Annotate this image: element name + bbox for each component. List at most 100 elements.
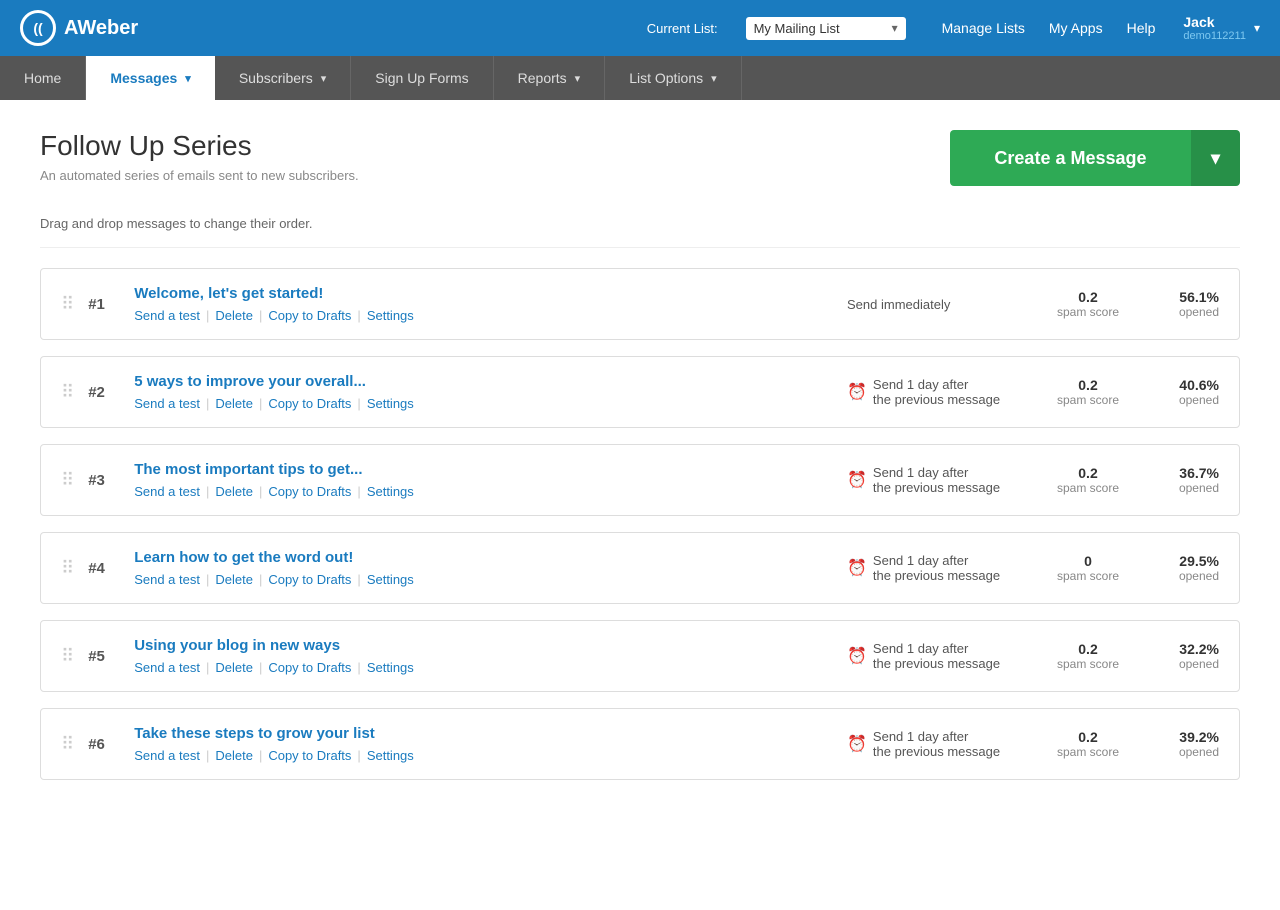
copy-to-drafts-link[interactable]: Copy to Drafts: [268, 748, 351, 763]
message-title[interactable]: Take these steps to grow your list: [134, 725, 831, 742]
nav-list-options-label: List Options: [629, 70, 703, 86]
spam-score-label: spam score: [1043, 305, 1133, 319]
main-nav: Home Messages ▾ Subscribers ▾ Sign Up Fo…: [0, 56, 1280, 100]
nav-item-messages[interactable]: Messages ▾: [86, 56, 214, 100]
clock-icon: ⏰: [847, 646, 867, 666]
opened-label: opened: [1149, 745, 1219, 759]
message-opened: 36.7% opened: [1149, 465, 1219, 495]
copy-to-drafts-link[interactable]: Copy to Drafts: [268, 660, 351, 675]
send-test-link[interactable]: Send a test: [134, 484, 200, 499]
send-info-text: Send immediately: [847, 297, 950, 312]
nav-item-home[interactable]: Home: [0, 56, 86, 100]
delete-link[interactable]: Delete: [215, 572, 253, 587]
page-title: Follow Up Series: [40, 130, 359, 162]
copy-to-drafts-link[interactable]: Copy to Drafts: [268, 484, 351, 499]
drag-handle[interactable]: ⠿: [61, 735, 72, 753]
user-info[interactable]: Jack demo112211 ▾: [1183, 14, 1260, 42]
message-opened: 40.6% opened: [1149, 377, 1219, 407]
settings-link[interactable]: Settings: [367, 396, 414, 411]
nav-messages-label: Messages: [110, 70, 177, 86]
message-title[interactable]: The most important tips to get...: [134, 461, 831, 478]
message-content: 5 ways to improve your overall... Send a…: [134, 373, 831, 411]
spam-score-value: 0.2: [1043, 729, 1133, 745]
drag-handle[interactable]: ⠿: [61, 383, 72, 401]
message-title[interactable]: Learn how to get the word out!: [134, 549, 831, 566]
nav-list-options-arrow-icon: ▾: [711, 72, 717, 85]
spam-score-value: 0: [1043, 553, 1133, 569]
drag-handle[interactable]: ⠿: [61, 295, 72, 313]
settings-link[interactable]: Settings: [367, 660, 414, 675]
spam-score-value: 0.2: [1043, 377, 1133, 393]
delete-link[interactable]: Delete: [215, 660, 253, 675]
send-info-text: Send 1 day afterthe previous message: [873, 377, 1000, 407]
message-send-info: ⏰ Send 1 day afterthe previous message: [847, 465, 1027, 495]
help-link[interactable]: Help: [1127, 20, 1156, 36]
clock-icon: ⏰: [847, 558, 867, 578]
nav-item-subscribers[interactable]: Subscribers ▾: [215, 56, 351, 100]
opened-percent: 40.6%: [1149, 377, 1219, 393]
page-title-section: Follow Up Series An automated series of …: [40, 130, 359, 183]
nav-item-signup-forms[interactable]: Sign Up Forms: [351, 56, 493, 100]
my-apps-link[interactable]: My Apps: [1049, 20, 1103, 36]
manage-lists-link[interactable]: Manage Lists: [942, 20, 1025, 36]
header-nav: Manage Lists My Apps Help: [942, 20, 1156, 36]
settings-link[interactable]: Settings: [367, 572, 414, 587]
message-opened: 32.2% opened: [1149, 641, 1219, 671]
message-content: Using your blog in new ways Send a test …: [134, 637, 831, 675]
send-test-link[interactable]: Send a test: [134, 572, 200, 587]
message-send-info: ⏰ Send 1 day afterthe previous message: [847, 641, 1027, 671]
message-send-info: Send immediately: [847, 297, 1027, 312]
list-selector[interactable]: My Mailing List ▾: [746, 17, 906, 40]
spam-score-label: spam score: [1043, 393, 1133, 407]
nav-reports-arrow-icon: ▾: [575, 72, 581, 85]
message-actions: Send a test | Delete | Copy to Drafts | …: [134, 396, 831, 411]
message-title[interactable]: Using your blog in new ways: [134, 637, 831, 654]
message-actions: Send a test | Delete | Copy to Drafts | …: [134, 308, 831, 323]
create-message-button[interactable]: Create a Message ▾: [950, 130, 1240, 186]
opened-percent: 39.2%: [1149, 729, 1219, 745]
clock-icon: ⏰: [847, 734, 867, 754]
message-title[interactable]: Welcome, let's get started!: [134, 285, 831, 302]
message-row: ⠿ #1 Welcome, let's get started! Send a …: [40, 268, 1240, 340]
send-test-link[interactable]: Send a test: [134, 396, 200, 411]
nav-home-label: Home: [24, 70, 61, 86]
messages-list: ⠿ #1 Welcome, let's get started! Send a …: [40, 268, 1240, 780]
message-actions: Send a test | Delete | Copy to Drafts | …: [134, 660, 831, 675]
message-actions: Send a test | Delete | Copy to Drafts | …: [134, 748, 831, 763]
nav-item-reports[interactable]: Reports ▾: [494, 56, 606, 100]
drag-handle[interactable]: ⠿: [61, 471, 72, 489]
send-test-link[interactable]: Send a test: [134, 308, 200, 323]
send-info-text: Send 1 day afterthe previous message: [873, 729, 1000, 759]
message-title[interactable]: 5 ways to improve your overall...: [134, 373, 831, 390]
drag-handle[interactable]: ⠿: [61, 647, 72, 665]
settings-link[interactable]: Settings: [367, 308, 414, 323]
message-send-info: ⏰ Send 1 day afterthe previous message: [847, 729, 1027, 759]
list-selector-arrow-icon: ▾: [892, 21, 898, 35]
send-info-text: Send 1 day afterthe previous message: [873, 465, 1000, 495]
copy-to-drafts-link[interactable]: Copy to Drafts: [268, 572, 351, 587]
delete-link[interactable]: Delete: [215, 748, 253, 763]
delete-link[interactable]: Delete: [215, 484, 253, 499]
delete-link[interactable]: Delete: [215, 308, 253, 323]
send-info-text: Send 1 day afterthe previous message: [873, 641, 1000, 671]
logo[interactable]: (( AWeber: [20, 10, 138, 46]
message-spam: 0.2 spam score: [1043, 641, 1133, 671]
page-subtitle: An automated series of emails sent to ne…: [40, 168, 359, 183]
send-test-link[interactable]: Send a test: [134, 660, 200, 675]
copy-to-drafts-link[interactable]: Copy to Drafts: [268, 396, 351, 411]
nav-subscribers-label: Subscribers: [239, 70, 313, 86]
copy-to-drafts-link[interactable]: Copy to Drafts: [268, 308, 351, 323]
message-row: ⠿ #3 The most important tips to get... S…: [40, 444, 1240, 516]
delete-link[interactable]: Delete: [215, 396, 253, 411]
clock-icon: ⏰: [847, 382, 867, 402]
page-header: Follow Up Series An automated series of …: [40, 130, 1240, 186]
nav-item-list-options[interactable]: List Options ▾: [605, 56, 741, 100]
current-list-label: Current List:: [647, 21, 718, 36]
message-row: ⠿ #2 5 ways to improve your overall... S…: [40, 356, 1240, 428]
send-test-link[interactable]: Send a test: [134, 748, 200, 763]
opened-percent: 56.1%: [1149, 289, 1219, 305]
drag-handle[interactable]: ⠿: [61, 559, 72, 577]
settings-link[interactable]: Settings: [367, 748, 414, 763]
message-number: #6: [88, 736, 118, 753]
settings-link[interactable]: Settings: [367, 484, 414, 499]
